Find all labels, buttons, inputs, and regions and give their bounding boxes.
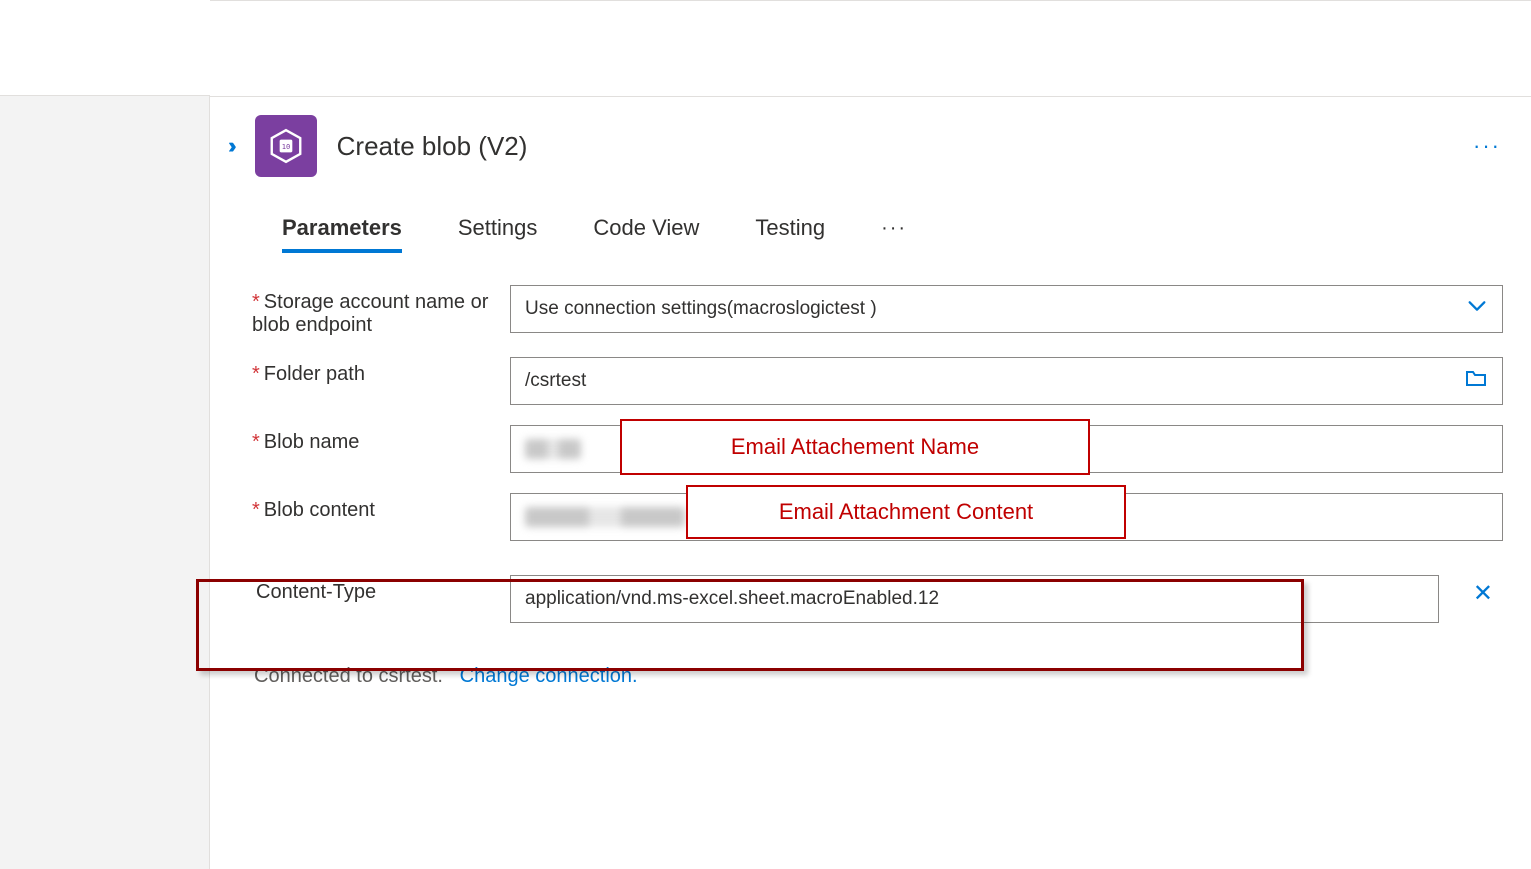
label-blob-name-text: Blob name	[264, 431, 360, 453]
label-blob-name: *Blob name	[252, 425, 510, 454]
row-folder-path: *Folder path /csrtest	[252, 357, 1503, 405]
storage-account-select[interactable]: Use connection settings(macroslogictest …	[510, 285, 1503, 333]
required-asterisk: *	[252, 363, 260, 385]
remove-parameter-icon[interactable]: ✕	[1473, 579, 1493, 608]
left-sidebar-placeholder	[0, 95, 210, 869]
redacted-token	[525, 507, 685, 527]
label-blob-content: *Blob content	[252, 493, 510, 522]
row-storage-account: *Storage account name or blob endpoint U…	[252, 285, 1503, 337]
header-more-icon[interactable]: ···	[1473, 133, 1501, 159]
svg-text:10: 10	[281, 142, 290, 151]
parameters-form: *Storage account name or blob endpoint U…	[210, 251, 1531, 688]
connected-text: Connected to csrtest.	[254, 665, 443, 687]
label-blob-content-text: Blob content	[264, 499, 375, 521]
tab-settings[interactable]: Settings	[458, 215, 538, 251]
row-blob-content: *Blob content Email Attachment Content	[252, 493, 1503, 541]
row-content-type: Content-Type application/vnd.ms-excel.sh…	[252, 561, 1503, 637]
label-storage-account: *Storage account name or blob endpoint	[252, 285, 510, 337]
tab-code-view[interactable]: Code View	[593, 215, 699, 251]
required-asterisk: *	[252, 499, 260, 521]
tab-testing[interactable]: Testing	[755, 215, 825, 251]
label-folder-path: *Folder path	[252, 357, 510, 386]
blob-content-input[interactable]	[510, 493, 1503, 541]
connection-footer: Connected to csrtest. Change connection.	[252, 657, 1503, 688]
change-connection-link[interactable]: Change connection.	[460, 665, 638, 687]
content-type-value: application/vnd.ms-excel.sheet.macroEnab…	[525, 588, 939, 610]
storage-account-value: Use connection settings(macroslogictest …	[525, 298, 877, 320]
main-panel: ›› 10 Create blob (V2) ··· Parameters Se…	[210, 0, 1531, 869]
folder-path-input[interactable]: /csrtest	[510, 357, 1503, 405]
row-blob-name: *Blob name Email Attachement Name	[252, 425, 1503, 473]
label-folder-path-text: Folder path	[264, 363, 365, 385]
label-storage-account-text: Storage account name or blob endpoint	[252, 291, 488, 336]
folder-picker-icon[interactable]	[1464, 366, 1488, 396]
tab-parameters[interactable]: Parameters	[282, 215, 402, 251]
action-header: ›› 10 Create blob (V2) ···	[210, 97, 1531, 177]
content-type-input[interactable]: application/vnd.ms-excel.sheet.macroEnab…	[510, 575, 1439, 623]
required-asterisk: *	[252, 431, 260, 453]
action-title: Create blob (V2)	[337, 131, 528, 162]
blob-action-icon: 10	[255, 115, 317, 177]
redacted-token	[525, 439, 581, 459]
tabs-row: Parameters Settings Code View Testing ··…	[210, 177, 1531, 251]
blob-name-input[interactable]	[510, 425, 1503, 473]
label-content-type: Content-Type	[252, 575, 510, 604]
chevron-down-icon	[1466, 295, 1488, 323]
hexagon-storage-icon: 10	[267, 127, 305, 165]
required-asterisk: *	[252, 291, 260, 313]
tabs-overflow-icon[interactable]: ···	[881, 217, 907, 250]
collapse-chevrons-icon[interactable]: ››	[228, 133, 231, 159]
folder-path-value: /csrtest	[525, 370, 586, 392]
